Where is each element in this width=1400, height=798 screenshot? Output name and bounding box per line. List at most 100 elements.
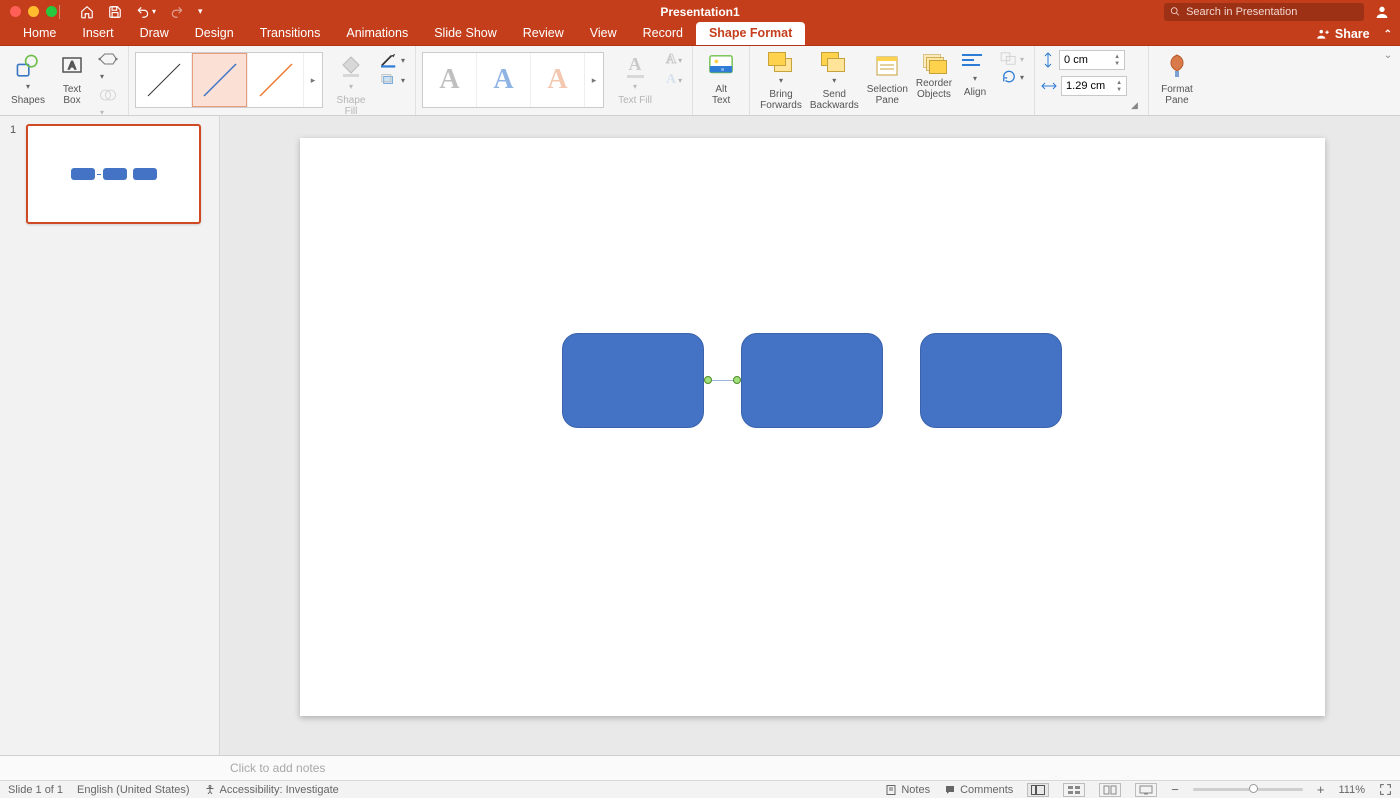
shape-style-gallery[interactable]: ▸: [135, 52, 323, 108]
merge-shapes-icon[interactable]: ▾: [98, 88, 118, 120]
connector-handle-right[interactable]: [733, 376, 741, 384]
tab-insert[interactable]: Insert: [69, 22, 126, 45]
reorder-objects-button[interactable]: Reorder Objects: [912, 50, 956, 102]
wordart-gallery[interactable]: A A A ▸: [422, 52, 604, 108]
text-box-button[interactable]: A Text Box: [50, 50, 94, 108]
wordart-style-1[interactable]: A: [423, 53, 477, 107]
send-backwards-button[interactable]: ▾ Send Backwards: [806, 50, 863, 113]
group-arrange: ▾ Bring Forwards ▾ Send Backwards Select…: [750, 46, 1035, 115]
align-icon: [962, 52, 988, 72]
zoom-slider[interactable]: [1193, 788, 1303, 791]
alt-text-button[interactable]: ≡ Alt Text: [699, 50, 743, 108]
shape-fill-button[interactable]: ▾ Shape Fill: [329, 50, 373, 119]
account-icon[interactable]: [1374, 4, 1390, 20]
svg-text:≡: ≡: [721, 68, 724, 74]
tab-draw[interactable]: Draw: [127, 22, 182, 45]
tab-slide-show[interactable]: Slide Show: [421, 22, 510, 45]
shapes-button[interactable]: ▾ Shapes: [6, 50, 50, 108]
ribbon: ▾ Shapes A Text Box ▾ ▾: [0, 46, 1400, 116]
width-spinner[interactable]: ▲▼: [1116, 80, 1122, 93]
shape-width-input[interactable]: 1.29 cm ▲▼: [1061, 76, 1127, 96]
wordart-style-2[interactable]: A: [477, 53, 531, 107]
size-dialog-launcher-icon[interactable]: ◢: [1127, 100, 1142, 113]
wordart-gallery-more-icon[interactable]: ▸: [585, 75, 603, 86]
share-button[interactable]: Share: [1316, 27, 1370, 41]
text-fill-button[interactable]: A ▾ Text Fill: [610, 50, 660, 108]
accessibility-status[interactable]: Accessibility: Investigate: [204, 784, 339, 796]
window-controls: [10, 6, 57, 17]
style-gallery-more-icon[interactable]: ▸: [304, 75, 322, 86]
selection-pane-label: Selection Pane: [867, 84, 908, 106]
normal-view-button[interactable]: [1027, 783, 1049, 797]
fit-to-window-button[interactable]: [1379, 783, 1392, 796]
slide-counter[interactable]: Slide 1 of 1: [8, 784, 63, 796]
tab-animations[interactable]: Animations: [333, 22, 421, 45]
tab-home[interactable]: Home: [10, 22, 69, 45]
minimize-window-icon[interactable]: [28, 6, 39, 17]
group-format-pane: Format Pane: [1149, 46, 1205, 115]
slide-thumbnail-1[interactable]: [26, 124, 201, 224]
format-pane-button[interactable]: Format Pane: [1155, 50, 1199, 108]
style-line-accent1[interactable]: [192, 53, 248, 107]
language-status[interactable]: English (United States): [77, 784, 190, 796]
redo-icon[interactable]: [170, 5, 184, 19]
height-spinner[interactable]: ▲▼: [1114, 54, 1120, 67]
text-outline-icon[interactable]: A ▾: [666, 52, 682, 68]
zoom-percent[interactable]: 111%: [1338, 784, 1365, 796]
group-accessibility: ≡ Alt Text: [693, 46, 750, 115]
slide-thumbnail-panel[interactable]: 1: [0, 116, 220, 755]
rounded-rectangle-2[interactable]: [741, 333, 883, 428]
slide-sorter-view-button[interactable]: [1063, 783, 1085, 797]
bring-forwards-label: Bring Forwards: [760, 89, 802, 111]
connector-handle-left[interactable]: [704, 376, 712, 384]
search-field[interactable]: [1186, 6, 1358, 18]
svg-text:A: A: [68, 60, 76, 72]
shape-height-input[interactable]: 0 cm ▲▼: [1059, 50, 1125, 70]
notes-pane[interactable]: Click to add notes: [0, 755, 1400, 780]
tab-shape-format[interactable]: Shape Format: [696, 22, 805, 45]
wordart-style-3[interactable]: A: [531, 53, 585, 107]
format-pane-label: Format Pane: [1161, 84, 1193, 106]
ribbon-options-icon[interactable]: ⌄: [1376, 46, 1400, 115]
undo-icon[interactable]: ▾: [136, 5, 156, 19]
tab-record[interactable]: Record: [630, 22, 696, 45]
edit-shape-icon[interactable]: ▾: [98, 52, 118, 84]
style-line-dark[interactable]: [136, 53, 192, 107]
zoom-in-button[interactable]: +: [1317, 782, 1325, 797]
tab-design[interactable]: Design: [182, 22, 247, 45]
reading-view-button[interactable]: [1099, 783, 1121, 797]
zoom-slider-thumb[interactable]: [1249, 784, 1258, 793]
customize-qat-icon[interactable]: ▾: [198, 6, 203, 17]
rounded-rectangle-3[interactable]: [920, 333, 1062, 428]
align-label: Align: [964, 87, 986, 98]
notes-placeholder: Click to add notes: [230, 761, 325, 775]
rotate-icon[interactable]: ▾: [1000, 70, 1024, 84]
close-window-icon[interactable]: [10, 6, 21, 17]
tab-view[interactable]: View: [577, 22, 630, 45]
group-objects-icon[interactable]: ▾: [1000, 52, 1024, 66]
workspace: 1: [0, 116, 1400, 755]
text-effects-icon[interactable]: A ▾: [666, 72, 682, 88]
notes-toggle[interactable]: Notes: [885, 784, 930, 796]
tab-transitions[interactable]: Transitions: [247, 22, 334, 45]
bring-forwards-button[interactable]: ▾ Bring Forwards: [756, 50, 806, 113]
style-line-accent2[interactable]: [248, 53, 304, 107]
comments-toggle[interactable]: Comments: [944, 784, 1013, 796]
rounded-rectangle-1[interactable]: [562, 333, 704, 428]
slide-canvas-area[interactable]: [220, 116, 1400, 755]
selection-pane-button[interactable]: Selection Pane: [863, 50, 912, 108]
save-icon[interactable]: [108, 5, 122, 19]
slideshow-view-button[interactable]: [1135, 783, 1157, 797]
connector-line-selected[interactable]: [704, 380, 741, 382]
height-value: 0 cm: [1064, 54, 1088, 66]
shape-effects-icon[interactable]: ▾: [379, 72, 405, 88]
maximize-window-icon[interactable]: [46, 6, 57, 17]
home-icon[interactable]: [80, 5, 94, 19]
collapse-ribbon-icon[interactable]: ⌃: [1384, 29, 1392, 40]
search-input[interactable]: [1164, 3, 1364, 21]
align-button[interactable]: ▾ Align: [956, 50, 994, 100]
slide[interactable]: [300, 138, 1325, 716]
shape-outline-icon[interactable]: ▾: [379, 52, 405, 68]
tab-review[interactable]: Review: [510, 22, 577, 45]
zoom-out-button[interactable]: −: [1171, 782, 1179, 797]
